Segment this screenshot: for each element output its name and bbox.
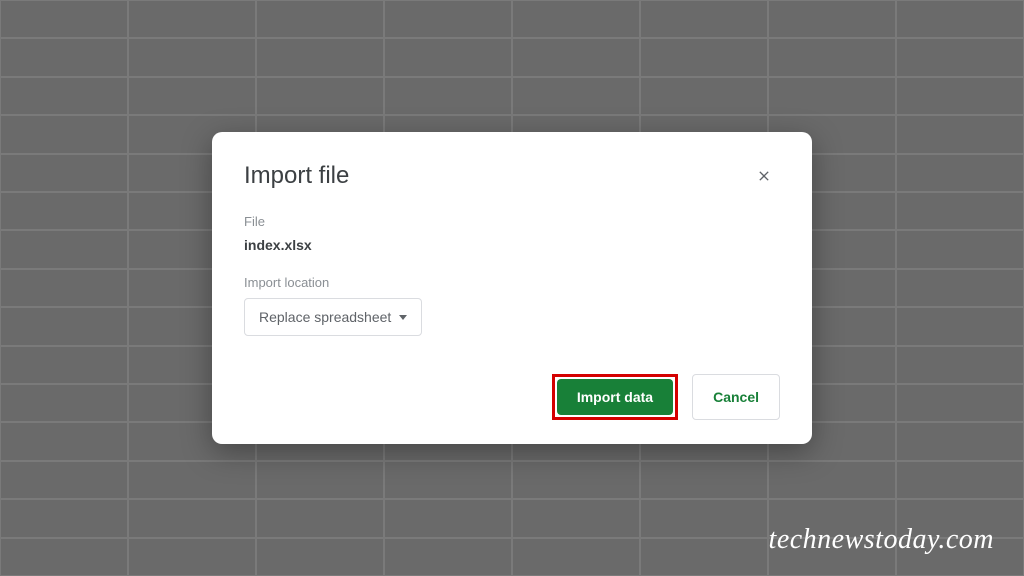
- import-location-select[interactable]: Replace spreadsheet: [244, 298, 422, 336]
- close-icon: [756, 168, 772, 184]
- file-name: index.xlsx: [244, 237, 780, 253]
- modal-overlay: Import file File index.xlsx Import locat…: [0, 0, 1024, 576]
- import-location-label: Import location: [244, 275, 780, 290]
- import-file-dialog: Import file File index.xlsx Import locat…: [212, 132, 812, 444]
- chevron-down-icon: [399, 315, 407, 320]
- cancel-button[interactable]: Cancel: [692, 374, 780, 420]
- import-location-selected-value: Replace spreadsheet: [259, 309, 391, 325]
- import-data-button[interactable]: Import data: [557, 379, 673, 415]
- close-button[interactable]: [748, 160, 780, 192]
- file-label: File: [244, 214, 780, 229]
- dialog-title: Import file: [244, 162, 349, 190]
- watermark-text: technewstoday.com: [769, 524, 994, 556]
- highlight-annotation: Import data: [552, 374, 678, 420]
